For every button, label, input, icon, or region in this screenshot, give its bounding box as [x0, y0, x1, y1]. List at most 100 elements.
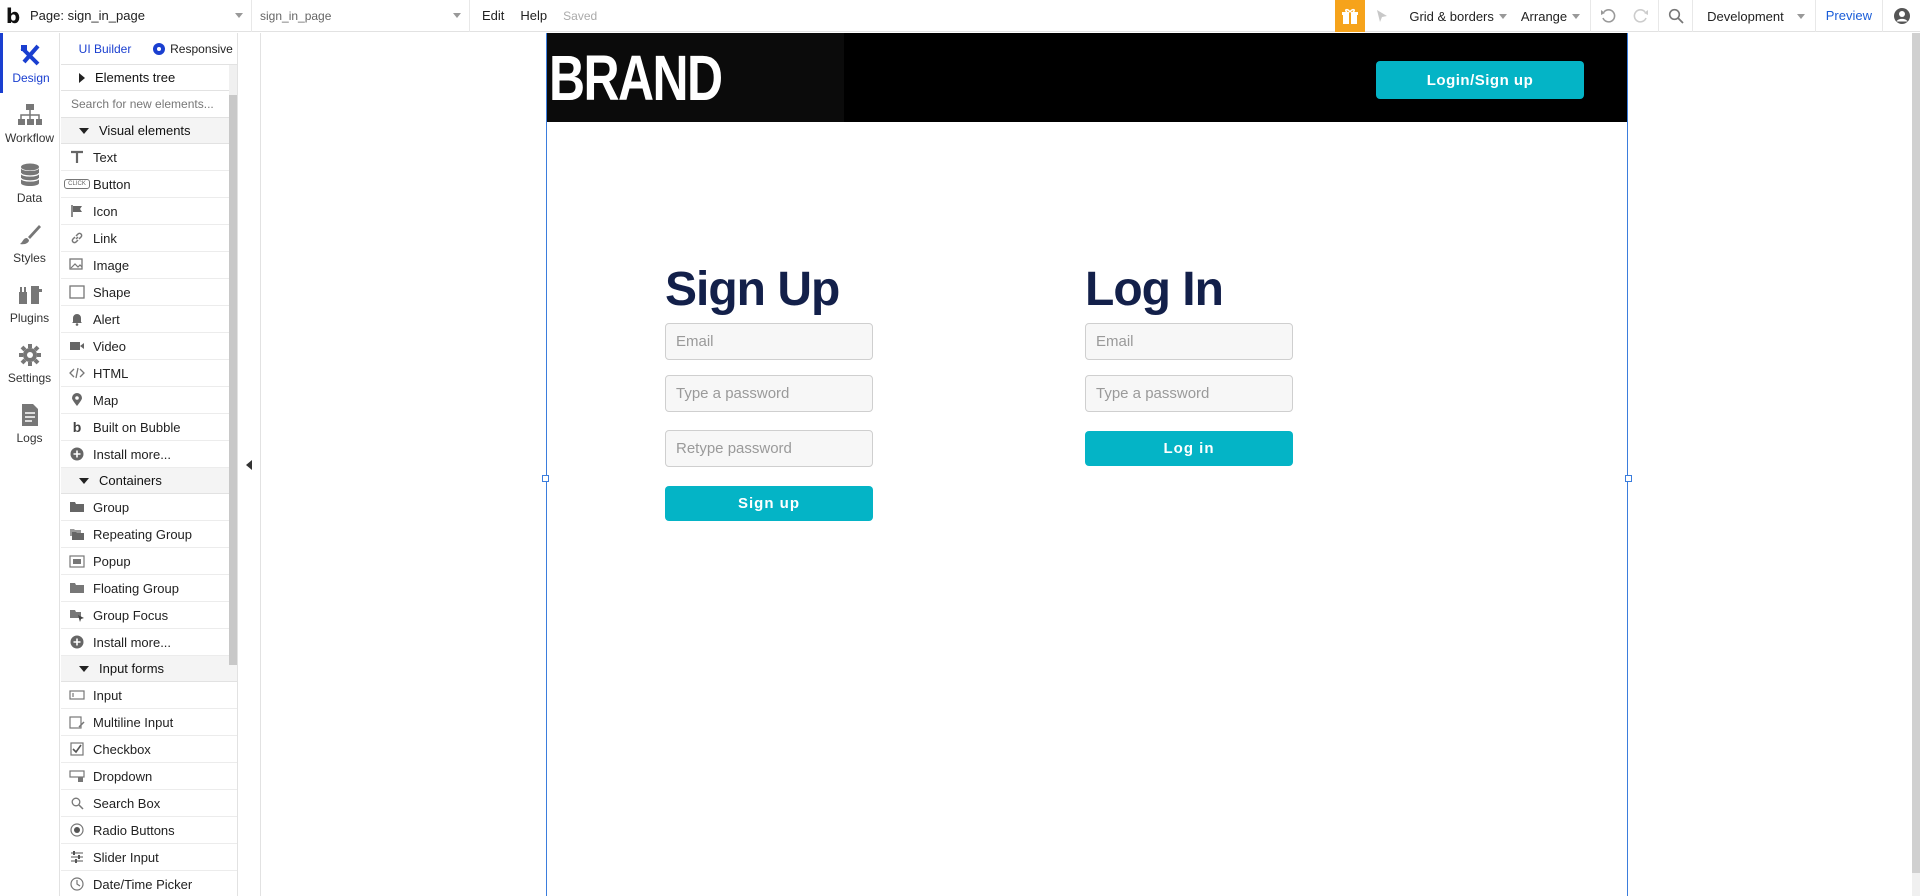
nav-data[interactable]: Data: [0, 153, 59, 213]
elements-tree-toggle[interactable]: Elements tree: [61, 65, 237, 91]
chevron-down-icon: [453, 13, 461, 18]
palette-item-radio-buttons[interactable]: Radio Buttons: [61, 817, 237, 844]
preview-link[interactable]: Preview: [1814, 0, 1882, 32]
palette-item-text[interactable]: Text: [61, 144, 237, 171]
palette-item-link[interactable]: Link: [61, 225, 237, 252]
account-button[interactable]: [1882, 0, 1920, 32]
palette-item-slider-input[interactable]: Slider Input: [61, 844, 237, 871]
tab-ui-builder[interactable]: UI Builder: [61, 42, 149, 56]
palette-item-label: Checkbox: [93, 741, 151, 757]
menu-edit[interactable]: Edit: [470, 8, 516, 23]
palette-item-icon[interactable]: Icon: [61, 198, 237, 225]
palette-item-shape[interactable]: Shape: [61, 279, 237, 306]
login-email-field[interactable]: [1085, 323, 1293, 360]
brand-logo[interactable]: BRAND: [549, 41, 723, 115]
nav-design[interactable]: Design: [0, 33, 59, 93]
containers-section[interactable]: Containers: [61, 468, 237, 494]
palette-item-repeating-group[interactable]: Repeating Group: [61, 521, 237, 548]
palette-item-multiline-input[interactable]: Multiline Input: [61, 709, 237, 736]
multiline-input-icon: [61, 715, 93, 729]
inspect-button[interactable]: [1365, 0, 1399, 32]
user-avatar-icon: [1893, 8, 1910, 24]
nav-plugins[interactable]: Plugins: [0, 273, 59, 333]
palette-scrollbar[interactable]: [229, 65, 237, 665]
map-pin-icon: [61, 393, 93, 407]
folder-icon: [61, 501, 93, 513]
nav-styles[interactable]: Styles: [0, 213, 59, 273]
resize-handle-right[interactable]: [1625, 475, 1632, 482]
element-selector[interactable]: sign_in_page: [252, 0, 470, 32]
nav-design-label: Design: [12, 70, 50, 85]
bubble-logo[interactable]: b: [0, 0, 26, 32]
radio-icon: [61, 823, 93, 837]
environment-select[interactable]: Development: [1692, 0, 1815, 32]
caret-down-icon: [79, 477, 89, 484]
tab-responsive[interactable]: Responsive: [149, 42, 237, 56]
palette-item-dropdown[interactable]: Dropdown: [61, 763, 237, 790]
login-title: Log In: [1085, 263, 1224, 316]
login-password-field[interactable]: [1085, 375, 1293, 412]
page-header[interactable]: BRAND Login/Sign up: [547, 33, 1627, 122]
login-button[interactable]: Log in: [1085, 431, 1293, 466]
input-forms-section[interactable]: Input forms: [61, 656, 237, 682]
collapse-panel-icon[interactable]: [246, 460, 252, 470]
palette-item-map[interactable]: Map: [61, 387, 237, 414]
palette-item-floating-group[interactable]: Floating Group: [61, 575, 237, 602]
signup-button[interactable]: Sign up: [665, 486, 873, 521]
signup-email-field[interactable]: [665, 323, 873, 360]
palette-item-popup[interactable]: Popup: [61, 548, 237, 575]
palette-item-video[interactable]: Video: [61, 333, 237, 360]
brush-icon: [17, 222, 43, 248]
palette-item-button[interactable]: CLICK Button: [61, 171, 237, 198]
containers-label: Containers: [99, 473, 162, 488]
redo-button[interactable]: [1624, 0, 1658, 32]
palette-item-checkbox[interactable]: Checkbox: [61, 736, 237, 763]
plus-circle-icon: [61, 447, 93, 461]
palette-item-built-on-bubble[interactable]: b Built on Bubble: [61, 414, 237, 441]
palette-item-date-time-picker[interactable]: Date/Time Picker: [61, 871, 237, 896]
palette-item-search-box[interactable]: Search Box: [61, 790, 237, 817]
signup-retype-password-field[interactable]: [665, 430, 873, 467]
left-nav: Design Workflow Data Styles Plugins Sett…: [0, 33, 60, 896]
palette-scrollbar-thumb[interactable]: [229, 95, 237, 665]
nav-logs[interactable]: Logs: [0, 393, 59, 453]
input-icon: [61, 689, 93, 701]
visual-elements-section[interactable]: Visual elements: [61, 118, 237, 144]
login-signup-button[interactable]: Login/Sign up: [1376, 61, 1584, 99]
page-sign-in[interactable]: BRAND Login/Sign up Sign Up Sign up Log …: [542, 33, 1632, 896]
search-button[interactable]: [1658, 0, 1692, 32]
element-search-input[interactable]: [61, 91, 237, 118]
folder-icon: [61, 582, 93, 594]
video-icon: [61, 340, 93, 352]
canvas-scrollbar-thumb[interactable]: [1912, 33, 1920, 873]
arrange-menu[interactable]: Arrange: [1517, 0, 1590, 32]
canvas-scrollbar[interactable]: [1912, 33, 1920, 896]
palette-item-image[interactable]: Image: [61, 252, 237, 279]
nav-plugins-label: Plugins: [9, 310, 50, 325]
palette-item-install-more-visual[interactable]: Install more...: [61, 441, 237, 468]
nav-settings[interactable]: Settings: [0, 333, 59, 393]
chevron-down-icon: [1572, 13, 1581, 19]
gift-icon: [1342, 8, 1359, 24]
resize-handle-left[interactable]: [542, 475, 549, 482]
responsive-icon: [153, 42, 166, 55]
undo-button[interactable]: [1590, 0, 1624, 32]
grid-borders-menu[interactable]: Grid & borders: [1399, 0, 1517, 32]
palette-item-alert[interactable]: Alert: [61, 306, 237, 333]
palette-item-input[interactable]: Input: [61, 682, 237, 709]
palette-item-install-more-containers[interactable]: Install more...: [61, 629, 237, 656]
gift-button[interactable]: [1335, 0, 1366, 32]
palette-item-label: Input: [93, 687, 122, 703]
palette-item-group-focus[interactable]: Group Focus: [61, 602, 237, 629]
editor-canvas: BRAND Login/Sign up Sign Up Sign up Log …: [261, 33, 1920, 896]
palette-item-html[interactable]: HTML: [61, 360, 237, 387]
folders-icon: [61, 528, 93, 541]
code-icon: [61, 367, 93, 379]
menu-help[interactable]: Help: [516, 8, 559, 23]
design-icon: [18, 42, 44, 68]
palette-item-group[interactable]: Group: [61, 494, 237, 521]
page-selector[interactable]: Page: sign_in_page: [26, 0, 252, 32]
nav-workflow[interactable]: Workflow: [0, 93, 59, 153]
signup-password-field[interactable]: [665, 375, 873, 412]
caret-right-icon: [79, 72, 85, 83]
